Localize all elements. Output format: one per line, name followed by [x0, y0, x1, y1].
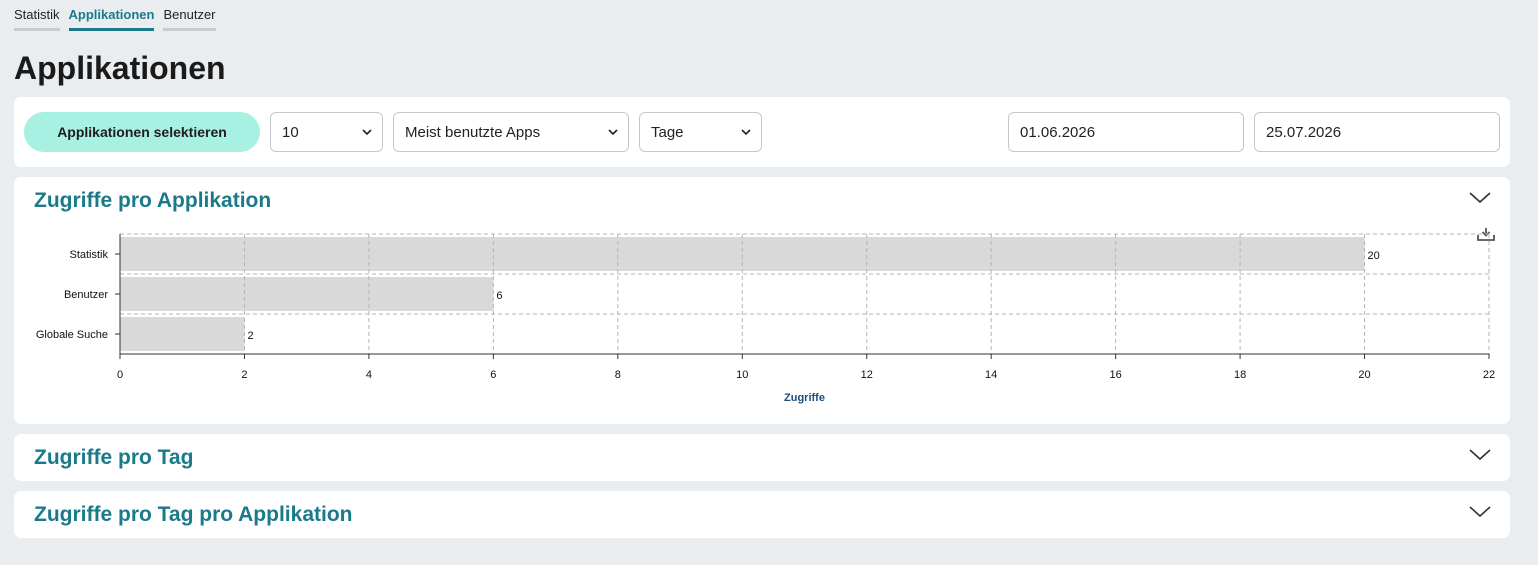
- chart-x-axis-title: Zugriffe: [784, 392, 825, 404]
- bar-chart: 0 2 4 6 8 10 12 14 16 18 20 22 Statistik 20 Benutzer 6 G…: [36, 233, 1495, 404]
- tab-statistik[interactable]: Statistik: [14, 7, 60, 31]
- section-title-per-day[interactable]: Zugriffe pro Tag: [34, 445, 193, 471]
- date-from-input[interactable]: 01.06.2026: [1008, 112, 1244, 152]
- date-to-value: 25.07.2026: [1266, 123, 1342, 141]
- filter-toolbar: Applikationen selektieren 10 Meist benut…: [14, 97, 1510, 167]
- chart-x-tick-label: 20: [1358, 369, 1370, 381]
- chart-data-label: 6: [496, 290, 502, 302]
- section-title-per-day-per-app[interactable]: Zugriffe pro Tag pro Applikation: [34, 502, 352, 528]
- chart-data-label: 2: [247, 330, 253, 342]
- sort-select-value: Meist benutzte Apps: [405, 123, 541, 141]
- chart-category-label: Statistik: [69, 249, 108, 261]
- section-accesses-per-day: Zugriffe pro Tag: [14, 434, 1510, 481]
- select-applications-button[interactable]: Applikationen selektieren: [24, 112, 260, 152]
- chart-x-tick-label: 22: [1483, 369, 1495, 381]
- chart-category-label: Benutzer: [64, 289, 108, 301]
- chevron-down-icon[interactable]: [1468, 505, 1492, 519]
- chart-data-label: 20: [1368, 250, 1380, 262]
- date-to-input[interactable]: 25.07.2026: [1254, 112, 1500, 152]
- limit-select[interactable]: 10: [270, 112, 383, 152]
- limit-select-value: 10: [282, 123, 299, 141]
- section-accesses-per-day-per-app: Zugriffe pro Tag pro Applikation: [14, 491, 1510, 538]
- tab-benutzer[interactable]: Benutzer: [163, 7, 216, 31]
- chart-x-tick-label: 0: [117, 369, 123, 381]
- chart-category-label: Globale Suche: [36, 329, 108, 341]
- chart-x-tick-label: 18: [1234, 369, 1246, 381]
- chart-x-tick-label: 8: [615, 369, 621, 381]
- chart-x-tick-label: 16: [1110, 369, 1122, 381]
- chart-x-tick-label: 14: [985, 369, 997, 381]
- chevron-down-icon[interactable]: [1468, 448, 1492, 462]
- page-title: Applikationen: [14, 50, 226, 86]
- chart-bar: [120, 277, 494, 311]
- granularity-select-value: Tage: [651, 123, 684, 141]
- nav-tabs: Statistik Applikationen Benutzer: [14, 7, 216, 31]
- chevron-down-icon: [362, 129, 372, 136]
- chart-x-tick-label: 6: [490, 369, 496, 381]
- tab-applikationen[interactable]: Applikationen: [68, 7, 155, 31]
- chart-x-tick-label: 4: [366, 369, 372, 381]
- chart-x-tick-label: 10: [736, 369, 748, 381]
- chart-bar: [120, 317, 245, 351]
- chevron-down-icon: [741, 129, 751, 136]
- date-from-value: 01.06.2026: [1020, 123, 1096, 141]
- granularity-select[interactable]: Tage: [639, 112, 762, 152]
- chevron-down-icon: [608, 129, 618, 136]
- section-accesses-per-app: Zugriffe pro Applikation 0 2 4 6 8 10 12 14 16 18…: [14, 177, 1510, 424]
- chart-x-tick-label: 2: [241, 369, 247, 381]
- sort-select[interactable]: Meist benutzte Apps: [393, 112, 629, 152]
- chart-x-tick-label: 12: [861, 369, 873, 381]
